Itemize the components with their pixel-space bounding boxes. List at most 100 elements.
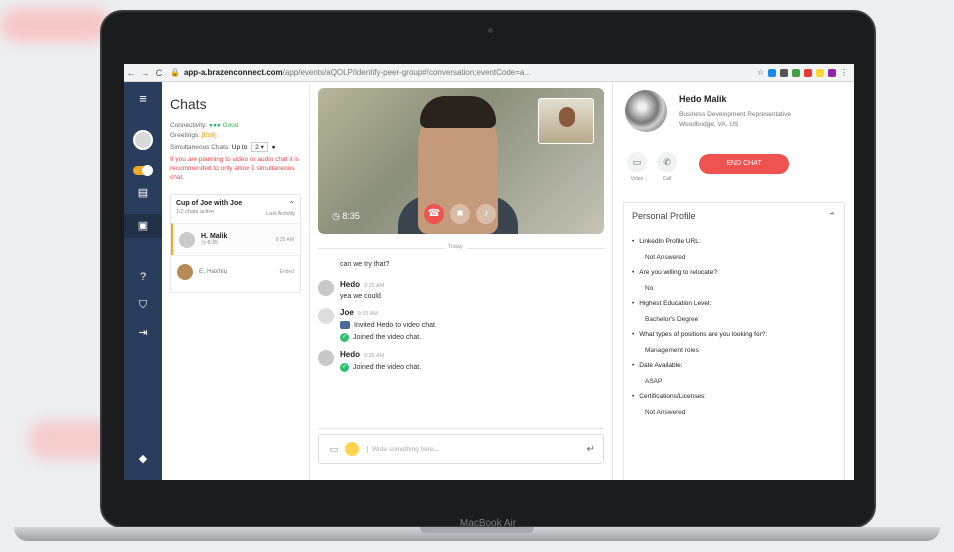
screen: ← → C 🔒 app-a.brazenconnect.com /app/eve… — [124, 64, 854, 480]
avatar — [177, 263, 193, 280]
chevron-up-icon[interactable]: ⌃ — [266, 200, 295, 209]
personal-profile-header[interactable]: Personal Profile ⌃ — [624, 203, 844, 230]
simultaneous-select[interactable]: 2 ▾ — [251, 142, 268, 152]
profile-answers: LinkedIn Profile URL: Not Answered Are y… — [624, 238, 844, 416]
list-item[interactable]: E. Haxhiu Ended — [171, 255, 300, 287]
profile-answer: Bachelor's Degree — [645, 316, 699, 323]
extension-icon[interactable] — [804, 68, 812, 77]
help-icon[interactable]: ● — [272, 144, 276, 151]
extension-icon[interactable] — [780, 68, 788, 77]
canned-message-icon[interactable]: ▭ — [327, 444, 341, 455]
row-name: E. Haxhiu — [199, 268, 228, 275]
laptop-lid: ← → C 🔒 app-a.brazenconnect.com /app/eve… — [100, 10, 876, 529]
forward-icon[interactable]: → — [138, 68, 152, 78]
hamburger-menu-icon[interactable]: ≡ — [136, 92, 150, 106]
simultaneous-value: 2 — [255, 144, 259, 151]
video-chat-button[interactable]: ▭ — [627, 152, 647, 172]
message-author: Joe — [340, 308, 354, 317]
chat-group-title: Cup of Joe with Joe — [176, 200, 243, 207]
list-icon[interactable]: ▤ — [136, 186, 150, 200]
avatar[interactable] — [133, 130, 153, 150]
profile-question: Highest Education Level: — [632, 300, 836, 307]
shield-icon[interactable]: ⛉ — [136, 298, 150, 312]
webcam — [488, 28, 493, 33]
chevron-up-icon[interactable]: ⌃ — [828, 211, 836, 222]
logout-icon[interactable]: ⇥ — [136, 326, 150, 340]
row-timer: ◷ 8:35 — [201, 240, 227, 246]
address-bar[interactable]: 🔒 app-a.brazenconnect.com /app/events/aQ… — [170, 68, 531, 77]
message-line: ✓ Joined the video chat. — [340, 363, 421, 372]
help-icon[interactable]: ? — [136, 270, 150, 284]
row-name: H. Malik — [201, 233, 228, 240]
message: Hedo 9:25 AM yea we could — [318, 280, 604, 300]
sort-label[interactable]: Last Activity — [266, 211, 295, 217]
chat-group-count: 1/2 chats active — [176, 209, 215, 215]
section-title: Personal Profile — [632, 211, 696, 221]
profile-question: Date Available: — [632, 362, 836, 369]
row-timer-value: 8:35 — [207, 240, 219, 246]
send-icon[interactable]: ↵ — [587, 444, 595, 455]
message-line: ✓ Joined the video chat. — [340, 333, 437, 342]
message-text: Joined the video chat. — [353, 334, 422, 341]
profile-location: Woodbridge, VA, US — [679, 121, 739, 128]
browser-toolbar: ← → C 🔒 app-a.brazenconnect.com /app/eve… — [124, 64, 854, 82]
profile-question: What types of positions are you looking … — [632, 331, 836, 338]
greetings-edit-link[interactable]: [Edit] — [202, 132, 217, 139]
calendar-icon[interactable]: ▣ — [136, 219, 150, 233]
check-icon: ✓ — [340, 363, 349, 372]
message-text: yea we could — [340, 293, 381, 300]
availability-toggle[interactable] — [133, 165, 153, 176]
reload-icon[interactable]: C — [152, 68, 166, 78]
message-header: Hedo 9:25 AM — [340, 350, 421, 359]
profile-answer: Not Answered — [645, 409, 686, 416]
connectivity-label: Connectivity: — [170, 122, 208, 129]
menu-dots-icon[interactable]: ⋮ — [840, 68, 848, 77]
hangup-button[interactable]: ☎ — [424, 204, 444, 224]
connectivity-dots-icon: ●●● — [209, 122, 221, 129]
self-view-person — [559, 107, 575, 127]
camera-toggle-button[interactable]: ■ — [450, 204, 470, 224]
call-timer: ◷ 8:35 — [332, 211, 360, 221]
extension-icon[interactable] — [816, 68, 824, 77]
url-host: app-a.brazenconnect.com — [183, 68, 283, 77]
personal-profile-section: Personal Profile ⌃ LinkedIn Profile URL:… — [623, 202, 845, 480]
video-call: ◷ 8:35 ☎ ■ ♪ — [318, 88, 604, 234]
background-blob — [0, 8, 110, 42]
avatar — [318, 308, 334, 324]
message: can we try that? — [318, 256, 604, 272]
message-time: 9:25 AM — [364, 353, 385, 359]
emoji-icon[interactable] — [345, 442, 359, 456]
message-input[interactable]: Write something here... — [367, 445, 587, 453]
extension-icon[interactable] — [768, 68, 776, 77]
extension-icon[interactable] — [828, 68, 836, 77]
message-text: Joined the video chat. — [353, 364, 422, 371]
message-header: Hedo 9:25 AM — [340, 280, 384, 289]
profile-question: Certifications/Licenses: — [632, 393, 836, 400]
self-view[interactable] — [538, 98, 594, 144]
message: Hedo 9:25 AM ✓ Joined the video chat. — [318, 350, 604, 372]
profile-answer: Not Answered — [645, 254, 686, 261]
end-chat-button[interactable]: END CHAT — [699, 154, 789, 174]
mic-toggle-button[interactable]: ♪ — [476, 204, 496, 224]
extension-icon[interactable] — [792, 68, 800, 77]
call-label: Call — [662, 176, 672, 182]
video-warning: If you are planning to video or audio ch… — [170, 156, 299, 181]
back-icon[interactable]: ← — [124, 68, 138, 78]
extensions: ☆ ⋮ — [757, 68, 854, 77]
laptop-notch — [420, 527, 534, 533]
avatar — [179, 231, 195, 248]
simultaneous-row: Simultaneous Chats: Up to 2 ▾ ● — [170, 142, 301, 152]
check-icon: ✓ — [340, 333, 349, 342]
message-header: Joe 9:25 AM — [340, 308, 437, 317]
call-button[interactable]: ✆ — [657, 152, 677, 172]
video-person-hair — [420, 96, 496, 128]
profile-answer: ASAP — [645, 378, 663, 385]
greetings-row: Greetings: [Edit] — [170, 132, 301, 139]
star-icon[interactable]: ☆ — [757, 68, 764, 77]
list-item[interactable]: H. Malik ◷ 8:35 9:25 AM — [171, 223, 300, 255]
simultaneous-label: Simultaneous Chats: — [170, 144, 230, 151]
avatar — [625, 90, 667, 132]
greetings-label: Greetings: — [170, 132, 200, 139]
message-composer: ▭ Write something here... ↵ — [318, 434, 604, 464]
chat-group-header[interactable]: Cup of Joe with Joe 1/2 chats active ⌃ L… — [171, 200, 300, 223]
